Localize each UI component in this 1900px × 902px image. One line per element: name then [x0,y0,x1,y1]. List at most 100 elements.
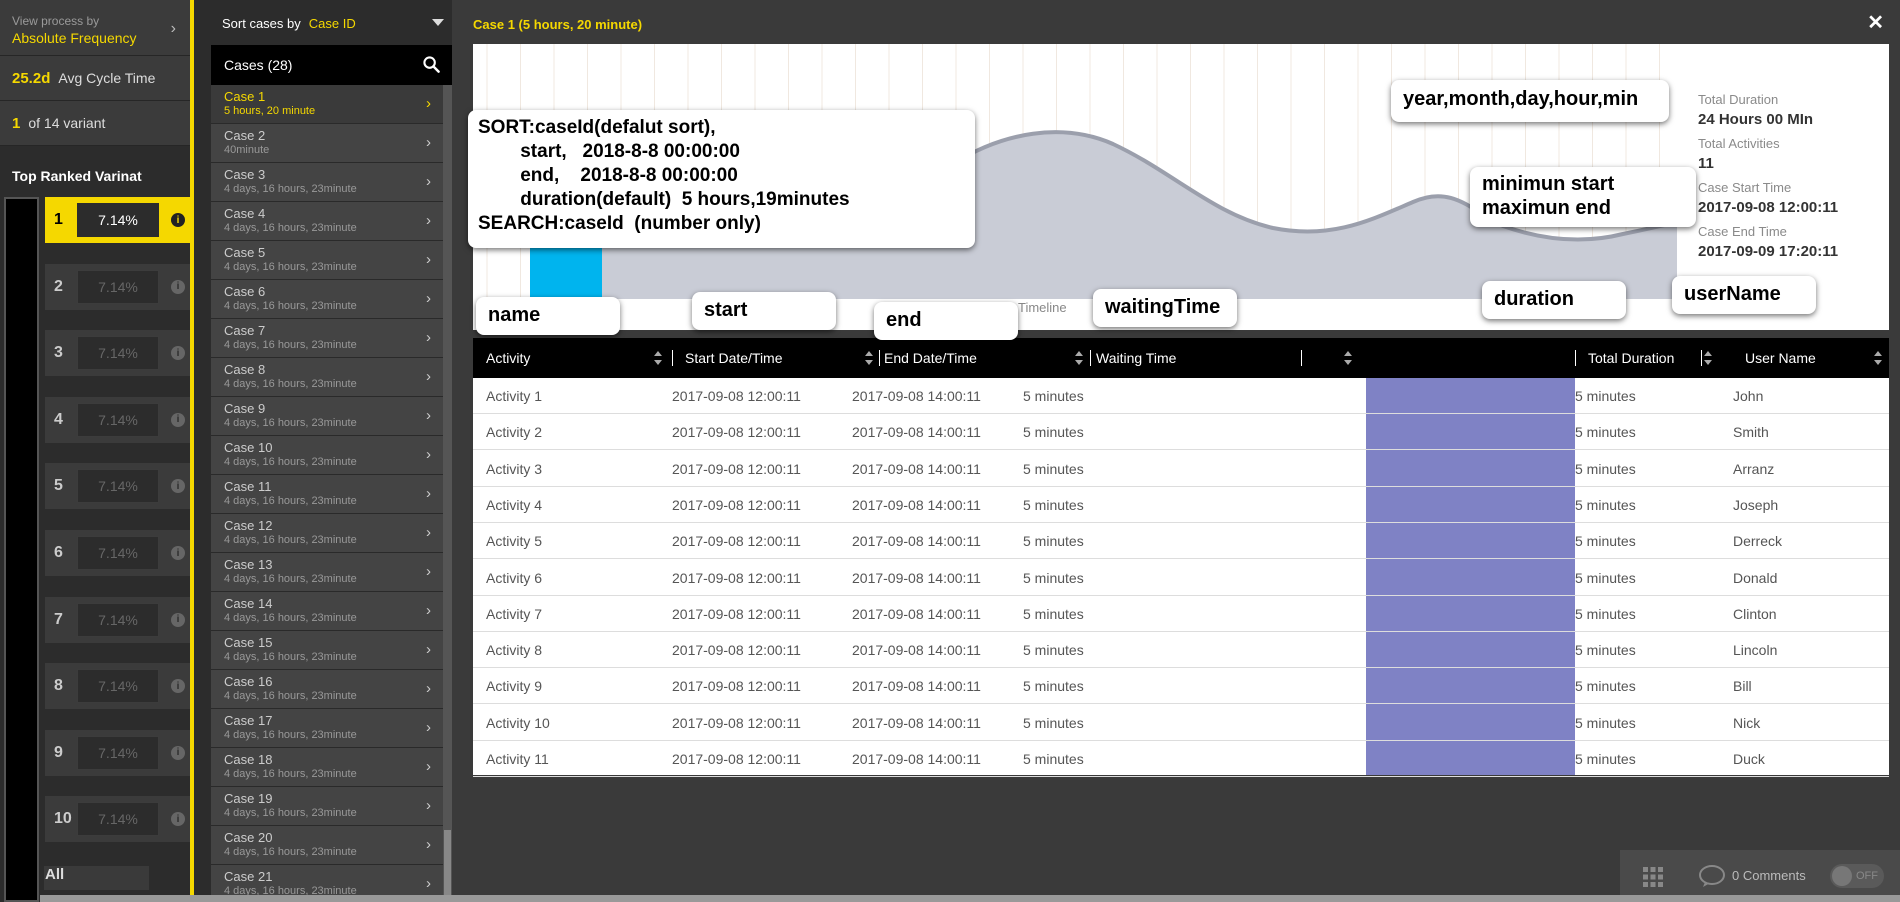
table-row[interactable]: Activity 9 2017-09-08 12:00:11 2017-09-08 … [473,668,1889,705]
name-annotation: name [476,297,620,335]
all-variants-button[interactable]: All [45,866,64,883]
case-list-scrollbar[interactable] [443,85,452,902]
column-header-end[interactable]: End Date/Time [871,338,977,378]
info-icon[interactable]: i [171,213,185,227]
case-list-item[interactable]: Case 84 days, 16 hours, 23minute › [211,358,443,397]
sort-arrows-icon[interactable] [1873,350,1883,366]
case-list-item[interactable]: Case 2 40minute › [211,124,443,163]
column-header-total[interactable]: Total Duration [1575,338,1674,378]
search-icon[interactable] [423,56,440,73]
chevron-right-icon: › [426,173,431,190]
variant-rank-item[interactable]: 7 7.14% i [45,597,190,643]
case-list-item[interactable]: Case 74 days, 16 hours, 23minute › [211,319,443,358]
cell-end: 2017-09-08 14:00:11 [852,605,981,622]
info-icon[interactable]: i [171,479,185,494]
sort-arrows-icon[interactable] [1343,350,1353,366]
variant-rank-item[interactable]: 2 7.14% i [45,264,190,310]
variant-rank-item[interactable]: 4 7.14% i [45,397,190,443]
cell-user: Derreck [1733,533,1783,550]
column-header-waiting[interactable]: Waiting Time [1083,338,1176,378]
top-ranked-heading: Top Ranked Varinat [0,146,190,192]
info-icon[interactable]: i [171,279,185,294]
variant-rank-item[interactable]: 10 7.14% i [45,796,190,842]
sort-cases-dropdown[interactable]: Sort cases by Case ID [194,0,452,45]
case-list-item[interactable]: Case 19 4 days, 16 hours, 23minute › [211,787,443,826]
info-icon[interactable]: i [171,812,185,827]
case-list-item[interactable]: Case 44 days, 16 hours, 23minute › [211,202,443,241]
variant-rank-item[interactable]: 6 7.14% i [45,530,190,576]
column-header-activity[interactable]: Activity [473,338,530,378]
case-list-item[interactable]: Case 13 4 days, 16 hours, 23minute › [211,553,443,592]
case-list-item[interactable]: Case 15 hours, 20 minute › [211,85,443,124]
rank-percentage: 7.14% [77,802,159,837]
case-name: Case 21 [224,869,273,884]
case-list-item[interactable]: Case 10 4 days, 16 hours, 23minute › [211,436,443,475]
sort-arrows-icon[interactable] [1703,350,1713,366]
variant-rank-item[interactable]: 1 7.14% i [45,197,190,243]
variant-rank-item[interactable]: 5 7.14% i [45,463,190,509]
variant-rank-item[interactable]: 3 7.14% i [45,330,190,376]
cases-header: Cases (28) [211,45,452,85]
username-annotation: userName [1672,276,1816,314]
variant-rank-item[interactable]: 8 7.14% i [45,663,190,709]
table-row[interactable]: Activity 6 2017-09-08 12:00:11 2017-09-08 … [473,560,1889,596]
case-list-item[interactable]: Case 18 4 days, 16 hours, 23minute › [211,748,443,787]
close-icon[interactable]: ✕ [1867,10,1884,35]
column-header-user[interactable]: User Name [1732,338,1816,378]
case-duration: 4 days, 16 hours, 23minute [224,807,357,819]
table-row[interactable]: Activity 5 2017-09-08 12:00:11 2017-09-08 … [473,523,1889,560]
case-list-item[interactable]: Case 94 days, 16 hours, 23minute › [211,397,443,436]
comments-count[interactable]: 0 Comments [1732,868,1806,883]
caret-down-icon [432,19,444,26]
case-list-item[interactable]: Case 11 4 days, 16 hours, 23minute › [211,475,443,514]
chevron-right-icon: › [426,446,431,463]
comments-toggle[interactable]: OFF [1830,864,1884,888]
rank-percentage: 7.14% [77,536,159,570]
case-name: Case 5 [224,245,266,260]
info-icon[interactable]: i [171,412,185,427]
table-row[interactable]: Activity 3 2017-09-08 12:00:11 2017-09-08 … [473,451,1889,487]
sort-arrows-icon[interactable] [653,350,663,366]
chevron-right-icon: › [426,368,431,385]
cell-waiting: 5 minutes [1023,496,1084,513]
case-list-item[interactable]: Case 14 4 days, 16 hours, 23minute › [211,592,443,631]
table-row[interactable]: Activity 1 2017-09-08 12:00:11 2017-09-08 … [473,378,1889,414]
case-list-item[interactable]: Case 54 days, 16 hours, 23minute › [211,241,443,280]
variant-rank-item[interactable]: 9 7.14% i [45,730,190,776]
horizontal-scrollbar[interactable] [40,895,1900,902]
case-list-item[interactable]: Case 17 4 days, 16 hours, 23minute › [211,709,443,748]
table-row[interactable]: Activity 11 2017-09-08 12:00:11 2017-09-08… [473,741,1889,777]
table-row[interactable]: Activity 8 2017-09-08 12:00:11 2017-09-08 … [473,632,1889,669]
column-header-timeline[interactable] [1366,338,1379,378]
sort-arrows-icon[interactable] [864,350,874,366]
case-name: Case 4 [224,206,266,221]
table-row[interactable]: Activity 4 2017-09-08 12:00:11 2017-09-08 … [473,487,1889,523]
apps-grid-icon[interactable] [1642,866,1664,888]
cell-user: Smith [1733,424,1769,441]
view-process-value: Absolute Frequency [12,30,137,46]
info-icon[interactable]: i [171,546,185,560]
column-header-start[interactable]: Start Date/Time [672,338,783,378]
comment-bubble-icon[interactable] [1698,864,1726,888]
info-icon[interactable]: i [171,346,185,361]
case-list-item[interactable]: Case 16 4 days, 16 hours, 23minute › [211,670,443,709]
info-icon[interactable]: i [171,745,185,760]
chevron-right-icon: › [426,836,431,853]
view-process-selector[interactable]: View process by Absolute Frequency › [0,0,190,56]
case-list-item[interactable]: Case 15 4 days, 16 hours, 23minute › [211,631,443,670]
table-row[interactable]: Activity 7 2017-09-08 12:00:11 2017-09-08 … [473,596,1889,632]
case-name: Case 19 [224,791,273,806]
case-list-item[interactable]: Case 34 days, 16 hours, 23minute › [211,163,443,202]
info-icon[interactable]: i [171,612,185,627]
table-row[interactable]: Activity 10 2017-09-08 12:00:11 2017-09-08… [473,705,1889,741]
chevron-right-icon: › [426,329,431,346]
case-list-item[interactable]: Case 12 4 days, 16 hours, 23minute › [211,514,443,553]
case-list-item[interactable]: Case 64 days, 16 hours, 23minute › [211,280,443,319]
cell-activity: Activity 3 [486,460,543,477]
scrollbar-thumb[interactable] [444,830,451,902]
info-icon[interactable]: i [171,679,185,694]
case-list-item[interactable]: Case 20 4 days, 16 hours, 23minute › [211,826,443,865]
table-row[interactable]: Activity 2 2017-09-08 12:00:11 2017-09-08 … [473,414,1889,451]
cell-activity: Activity 9 [486,678,543,695]
sort-arrows-icon[interactable] [1074,350,1084,366]
